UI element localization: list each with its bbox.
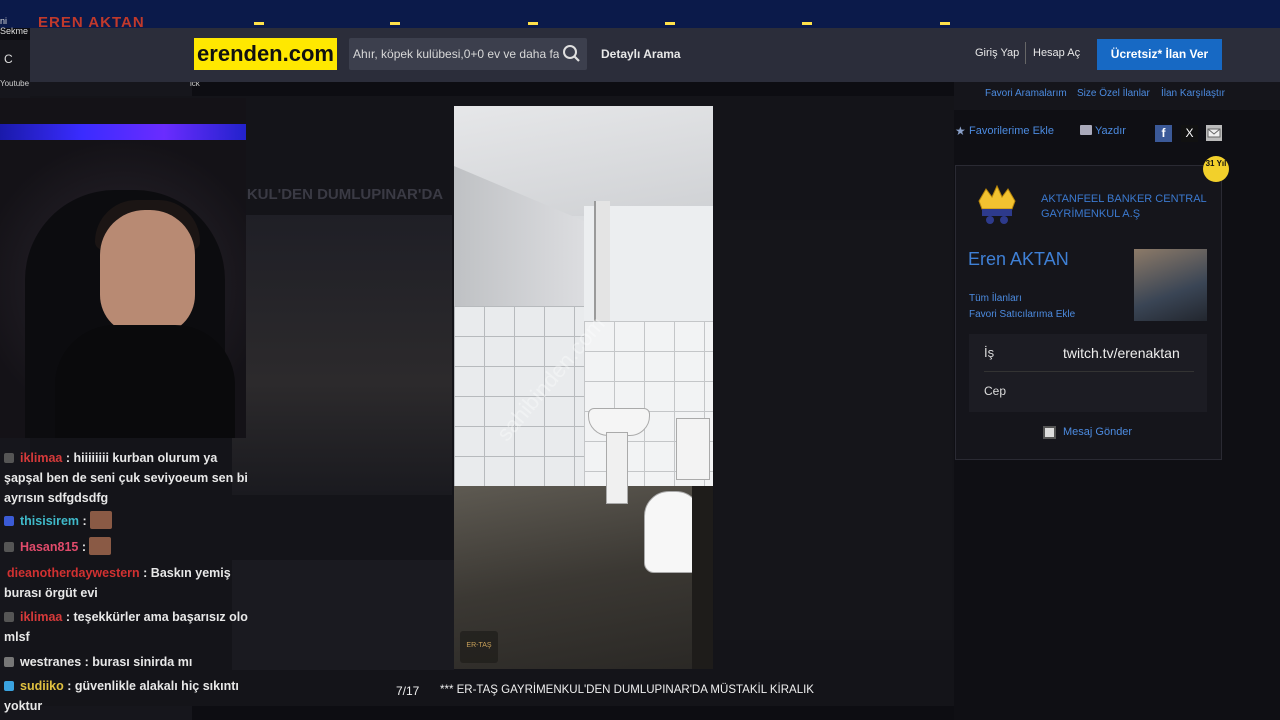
chat-message: dieanotherdaywestern : Baskın yemiş bura… — [4, 566, 231, 600]
message-icon[interactable] — [1043, 426, 1056, 439]
browser-tab[interactable]: ni Sekme — [0, 16, 34, 40]
chat-username: iklimaa — [20, 451, 63, 465]
streamer-face — [100, 210, 195, 335]
dimmed-info-panel — [714, 220, 952, 640]
lightbox-photo[interactable]: sahibinden.com ER-TAŞ — [454, 106, 713, 669]
subnav-saved-searches[interactable]: Favori Aramalarım — [985, 88, 1067, 99]
mobile-phone-label: Cep — [984, 384, 1007, 398]
subnav-personalized[interactable]: Size Özel İlanlar — [1077, 88, 1150, 99]
search-icon[interactable] — [561, 44, 583, 64]
dimmed-main-photo — [232, 215, 452, 495]
photo-pipe — [594, 201, 610, 326]
dimmed-thumbnail-strip — [232, 560, 454, 670]
chat-text: burası sinirda mı — [92, 655, 193, 669]
detailed-search-link[interactable]: Detaylı Arama — [601, 47, 681, 61]
chat-message: iklimaa : teşekkürler ama başarısız olo … — [4, 610, 248, 644]
tab-indicator — [802, 22, 812, 25]
streamer-body — [55, 325, 235, 438]
bookmark-youtube[interactable]: Youtube — [0, 79, 29, 88]
chat-message: sudiiko : güvenlikle alakalı hiç sıkıntı… — [4, 679, 239, 713]
agent-avatar — [1134, 249, 1207, 321]
chat-message: westranes : burası sinirda mı — [4, 652, 254, 672]
header-divider — [1025, 42, 1026, 64]
tab-indicator — [528, 22, 538, 25]
tab-indicator — [254, 22, 264, 25]
webcam-overlay — [0, 98, 246, 438]
chat-username: thisisirem — [20, 514, 80, 528]
chat-badge-icon — [4, 681, 14, 691]
tab-indicator — [940, 22, 950, 25]
printer-icon[interactable] — [1080, 125, 1092, 135]
chat-username: sudiiko — [20, 679, 64, 693]
print-link[interactable]: Yazdır — [1095, 125, 1126, 137]
x-icon[interactable]: X — [1181, 125, 1198, 142]
facebook-icon[interactable]: f — [1155, 125, 1172, 142]
register-link[interactable]: Hesap Aç — [1033, 47, 1080, 59]
chat-username: westranes — [20, 655, 82, 669]
login-link[interactable]: Giriş Yap — [975, 47, 1019, 59]
subnav-compare[interactable]: İlan Karşılaştır — [1161, 88, 1225, 99]
chat-message: Hasan815 : — [4, 537, 254, 557]
emote-icon — [90, 511, 113, 529]
add-favorite-link[interactable]: Favorilerime Ekle — [969, 125, 1054, 137]
chat-username: Hasan815 — [20, 540, 79, 554]
all-listings-link[interactable]: Tüm İlanları — [969, 293, 1022, 304]
send-message-button[interactable]: Mesaj Gönder — [1063, 426, 1132, 438]
post-ad-button[interactable]: Ücretsiz* İlan Ver — [1097, 39, 1222, 70]
chat-badge-icon — [4, 612, 14, 622]
photo-caption: *** ER-TAŞ GAYRİMENKUL'DEN DUMLUPINAR'DA… — [440, 684, 814, 696]
agency-logo-watermark: ER-TAŞ — [460, 631, 498, 663]
tab-indicator — [665, 22, 675, 25]
chat-badge-icon — [4, 516, 14, 526]
agency-name[interactable]: AKTANFEEL BANKER CENTRAL GAYRİMENKUL A.Ş — [1041, 192, 1216, 222]
work-phone-value: twitch.tv/erenaktan — [1063, 345, 1180, 361]
chat-badge-icon — [4, 542, 14, 552]
star-icon[interactable]: ★ — [955, 124, 966, 138]
dimmed-listing-title: NKUL'DEN DUMLUPINAR'DA — [236, 186, 444, 203]
chat-username: dieanotherdaywestern — [7, 566, 140, 580]
browser-tabstrip — [0, 0, 1280, 28]
photo-counter: 7/17 — [396, 684, 420, 698]
years-badge: 31 Yıl — [1203, 156, 1229, 182]
reload-icon[interactable]: C — [4, 52, 13, 66]
site-logo[interactable]: erenden.com — [194, 38, 337, 70]
photo-door — [692, 486, 713, 669]
mail-icon[interactable] — [1206, 125, 1222, 141]
search-bar — [349, 38, 587, 70]
chat-badge-icon — [4, 657, 14, 667]
photo-toilet-tank — [676, 418, 710, 480]
led-shelf — [0, 124, 246, 140]
chat-badge-icon — [4, 453, 14, 463]
favorite-seller-link[interactable]: Favori Satıcılarıma Ekle — [969, 309, 1075, 320]
work-phone-label: İş — [984, 345, 995, 360]
emote-icon — [89, 537, 112, 555]
chat-message: thisisirem : — [4, 511, 254, 531]
tab-indicator — [390, 22, 400, 25]
chat-message: iklimaa : hiiiiiiii kurban olurum ya şap… — [4, 451, 248, 505]
search-input[interactable] — [353, 38, 559, 70]
contact-divider — [984, 371, 1194, 372]
chat-username: iklimaa — [20, 610, 63, 624]
crown-logo-icon — [976, 183, 1018, 225]
agent-name: Eren AKTAN — [968, 249, 1069, 269]
stream-chat: iklimaa : hiiiiiiii kurban olurum ya şap… — [0, 446, 252, 720]
photo-sink-pedestal — [606, 432, 628, 504]
